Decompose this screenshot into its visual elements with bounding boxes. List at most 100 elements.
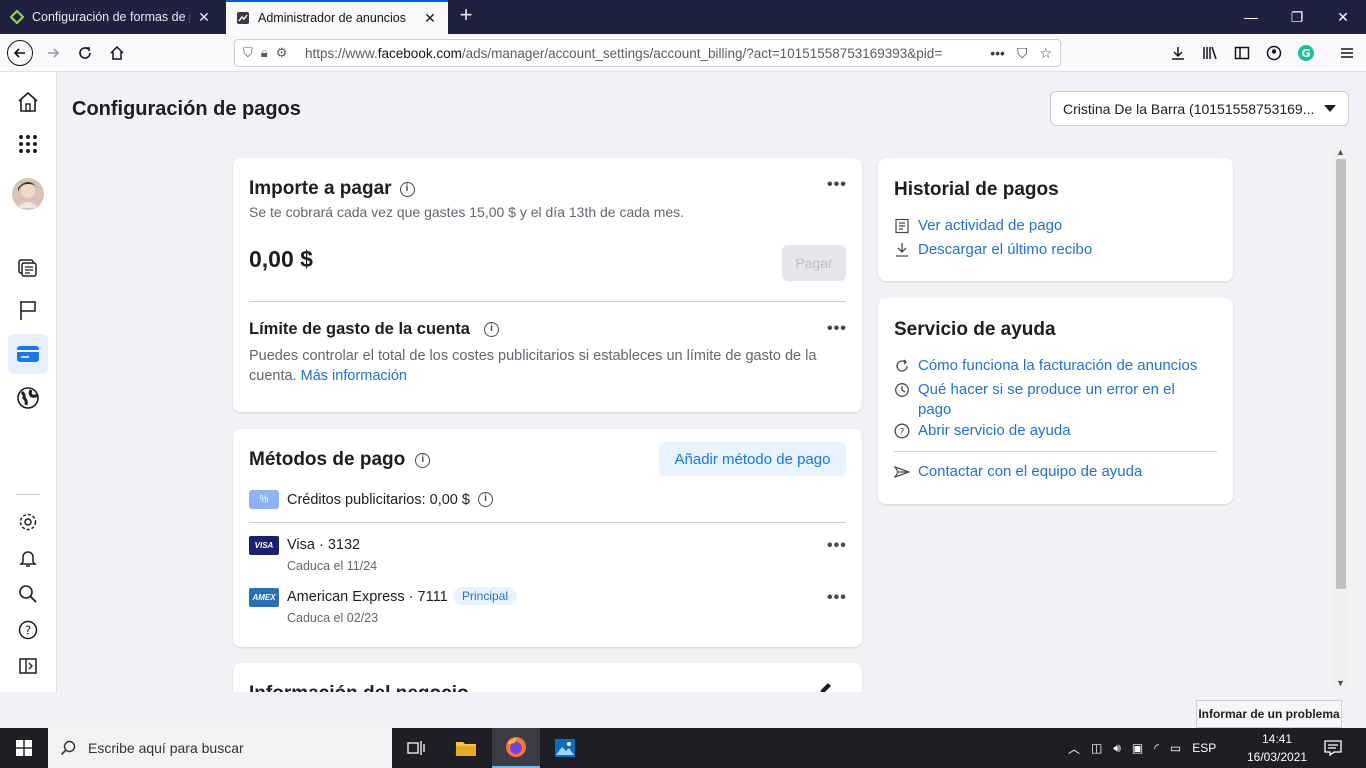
scrollbar-thumb[interactable] [1336,159,1346,589]
taskbar-clock[interactable]: 14:41 16/03/2021 [1244,730,1310,766]
home-icon[interactable] [104,40,130,66]
collapse-panel-icon[interactable] [8,646,48,686]
back-arrow-icon[interactable] [7,40,33,66]
info-icon[interactable]: i [399,182,415,198]
more-info-link[interactable]: Más información [301,368,407,384]
forward-arrow-icon[interactable] [40,40,66,66]
downloads-icon[interactable] [1165,40,1191,66]
notifications-bell-icon[interactable] [8,538,48,578]
ad-credits-icon: % [249,490,279,509]
grammarly-extension-icon[interactable]: G [1293,40,1319,66]
avatar[interactable] [8,174,48,214]
bookmark-star-icon[interactable]: ☆ [1039,45,1052,62]
account-selector-dropdown[interactable]: Cristina De la Barra (10151558753169... [1050,91,1349,126]
download-icon [896,243,908,257]
windows-taskbar: Escribe aquí para buscar ︿ ◫ 🔊︎ ▣ ◜ ▭ ES… [0,728,1366,768]
restore-window-icon[interactable]: ❐ [1274,0,1320,34]
chevron-up-icon[interactable]: ︿ [1068,740,1080,757]
more-options-icon[interactable]: ••• [827,537,847,555]
amex-card-name: American Express · 7111 [287,589,448,605]
help-question-icon[interactable]: ? [8,610,48,650]
page-scrollbar[interactable]: ▲ ▼ [1333,145,1349,692]
account-icon[interactable] [1261,40,1287,66]
view-payment-activity-label: Ver actividad de pago [918,217,1063,234]
main-content: Configuración de pagos Cristina De la Ba… [57,72,1366,692]
clock-time: 14:41 [1261,732,1293,746]
battery-icon[interactable]: ▭ [1170,741,1181,755]
business-info-title: Información del negocio [249,683,469,692]
monitor-icon[interactable]: ▣ [1132,741,1143,755]
flag-icon[interactable] [8,290,48,330]
globe-icon[interactable] [8,378,48,418]
browser-tab-payment-config[interactable]: Configuración de formas de pa ✕ [0,0,222,34]
library-icon[interactable] [1197,40,1223,66]
all-tools-grid-icon[interactable] [8,124,48,164]
url-text[interactable]: https://www.facebook.com/ads/manager/acc… [305,46,990,61]
info-icon[interactable]: i [415,453,431,469]
gear-icon[interactable] [8,502,48,542]
camera-icon[interactable]: ◫ [1091,741,1102,755]
sidebar-toggle-icon[interactable] [1229,40,1255,66]
report-problem-button[interactable]: Informar de un problema [1196,700,1342,728]
home-icon[interactable] [8,82,48,122]
page-title: Configuración de pagos [72,98,301,120]
language-indicator[interactable]: ESP [1192,741,1216,755]
view-payment-activity-link[interactable]: Ver actividad de pago [894,216,1062,236]
ads-manager-favicon-icon [236,11,250,25]
search-icon[interactable] [8,574,48,614]
taskbar-search-box[interactable]: Escribe aquí para buscar [48,728,392,768]
site-favicon-icon [9,9,25,25]
contact-support-label: Contactar con el equipo de ayuda [918,463,1143,480]
billing-card-icon[interactable] [8,334,48,374]
url-path: /ads/manager/account_settings/account_bi… [461,45,943,61]
help-question-icon: ? [894,423,910,439]
info-icon[interactable]: i [483,322,499,338]
new-tab-button[interactable]: + [455,4,477,27]
address-bar[interactable]: ⛉ 🔒︎ ⚙ https://www.facebook.com/ads/mana… [234,39,1061,67]
spending-limit-title: Límite de gasto de la cuenta [249,320,470,338]
notifications-icon[interactable] [1310,728,1356,768]
payment-error-link[interactable]: Qué hacer si se produce un error en el p… [894,380,1204,420]
wifi-icon[interactable]: ◜ [1154,741,1159,755]
more-options-icon[interactable]: ••• [827,176,847,194]
file-explorer-icon[interactable] [442,728,490,768]
menu-hamburger-icon[interactable] [1334,40,1360,66]
more-options-icon[interactable]: ••• [827,320,847,338]
close-tab-icon[interactable]: ✕ [422,10,438,27]
lock-icon[interactable]: 🔒︎ [261,45,268,61]
close-tab-icon[interactable]: ✕ [196,9,212,26]
svg-text:?: ? [25,624,31,638]
edit-pencil-icon[interactable] [817,681,833,692]
spending-limit-description: Puedes controlar el total de los costes … [249,346,849,386]
scroll-up-icon[interactable]: ▲ [1336,147,1345,157]
shield-icon[interactable]: ⛉ [243,45,253,61]
windows-start-icon[interactable] [0,728,48,768]
browser-tab-ads-manager[interactable]: Administrador de anuncios ✕ [226,0,448,34]
volume-icon[interactable]: 🔊︎ [1113,741,1121,756]
download-receipt-label: Descargar el último recibo [918,241,1093,258]
photos-app-icon[interactable] [541,728,589,768]
contact-support-link[interactable]: Contactar con el equipo de ayuda [894,462,1142,482]
info-icon[interactable]: i [477,492,493,507]
task-view-icon[interactable] [392,728,440,768]
divider [249,522,846,523]
campaigns-icon[interactable] [8,246,48,286]
pay-button[interactable]: Pagar [782,245,846,281]
download-receipt-link[interactable]: Descargar el último recibo [894,240,1092,260]
open-help-service-link[interactable]: ? Abrir servicio de ayuda [894,421,1071,441]
add-payment-method-button[interactable]: Añadir método de pago [659,442,846,476]
permissions-icon[interactable]: ⚙ [276,45,288,61]
close-window-icon[interactable]: ✕ [1320,0,1366,34]
more-options-icon[interactable]: ••• [827,589,847,607]
firefox-icon[interactable] [492,728,540,768]
visa-card-expiry: Caduca el 11/24 [287,559,378,573]
url-prefix: https://www. [305,45,378,61]
reload-icon[interactable] [72,40,98,66]
help-service-title: Servicio de ayuda [894,319,1056,340]
pocket-icon[interactable]: ⛉ [1017,45,1028,62]
page-actions-icon[interactable]: ••• [990,45,1005,62]
scroll-down-icon[interactable]: ▼ [1336,678,1345,688]
sidebar-divider [16,494,40,495]
minimize-window-icon[interactable]: — [1228,0,1274,34]
billing-how-it-works-link[interactable]: Cómo funciona la facturación de anuncios [894,356,1214,376]
